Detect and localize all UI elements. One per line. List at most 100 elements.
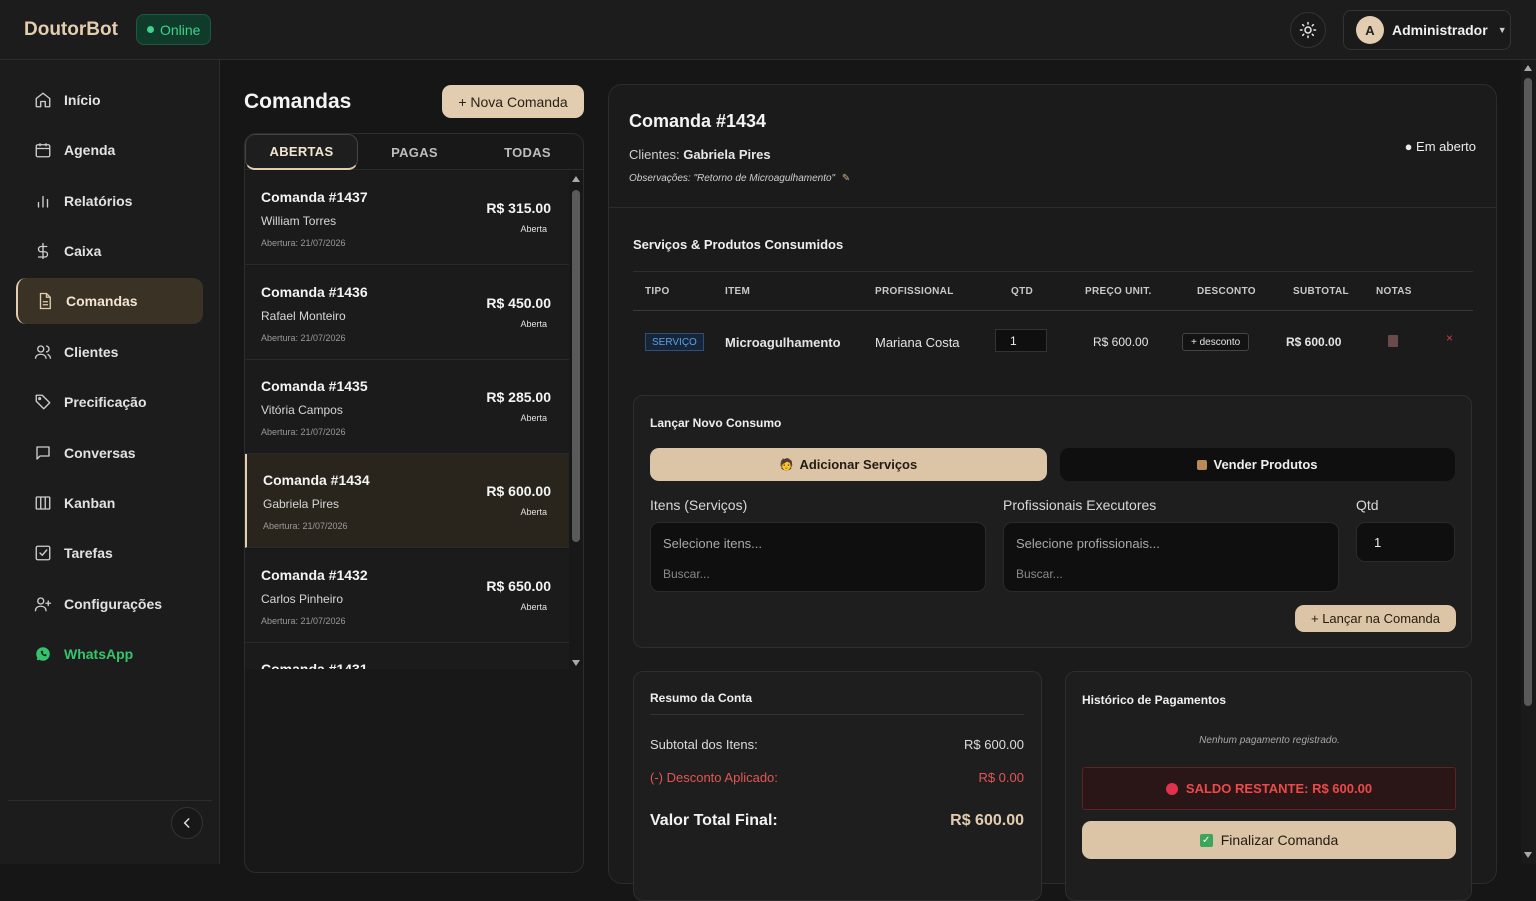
remaining-balance-text: SALDO RESTANTE: R$ 600.00 — [1185, 781, 1373, 796]
remove-item-icon[interactable]: × — [1446, 331, 1453, 345]
sidebar-item-label: Precificação — [64, 394, 147, 410]
items-section-title: Serviços & Produtos Consumidos — [633, 237, 844, 252]
comanda-title: Comanda #1434 — [629, 111, 767, 131]
chat-icon — [36, 446, 50, 460]
payment-history-card: Histórico de Pagamentos Nenhum pagamento… — [1065, 671, 1472, 901]
card-date: Abertura: 21/07/2026 — [261, 427, 346, 437]
professionals-search-input[interactable]: Buscar... — [1016, 567, 1063, 581]
finalize-comanda-button[interactable]: ✓ Finalizar Comanda — [1082, 821, 1456, 859]
sidebar-item-comandas[interactable]: Comandas — [16, 278, 203, 324]
list-item[interactable]: Comanda #1435 Vitória Campos Abertura: 2… — [245, 360, 569, 454]
finalize-label: Finalizar Comanda — [1220, 832, 1339, 848]
sidebar: Início Agenda Relatórios Caixa Comandas … — [0, 60, 220, 864]
qty-input[interactable]: 1 — [1356, 522, 1455, 562]
page-scrollbar[interactable] — [1521, 60, 1536, 864]
sidebar-item-label: Agenda — [64, 142, 116, 158]
list-scrollbar[interactable] — [571, 174, 581, 668]
tag-icon — [35, 394, 51, 410]
sidebar-item-relatorios[interactable]: Relatórios — [16, 178, 203, 224]
card-client: Carlos Pinheiro — [261, 592, 344, 606]
sidebar-item-label: Conversas — [64, 445, 136, 461]
sidebar-item-agenda[interactable]: Agenda — [16, 127, 203, 173]
sidebar-item-inicio[interactable]: Início — [16, 77, 203, 123]
page-scroll-thumb[interactable] — [1524, 78, 1532, 706]
professionals-multiselect[interactable]: Selecione profissionais... Buscar... — [1003, 522, 1339, 592]
col-header: PREÇO UNIT. — [1085, 286, 1152, 297]
remaining-balance-banner: SALDO RESTANTE: R$ 600.00 — [1082, 767, 1456, 810]
pencil-icon[interactable]: ✎ — [842, 173, 850, 184]
red-circle-icon — [1165, 782, 1178, 795]
sidebar-item-tarefas[interactable]: Tarefas — [16, 530, 203, 576]
items-multiselect[interactable]: Selecione itens... Buscar... — [650, 522, 986, 592]
sidebar-item-kanban[interactable]: Kanban — [16, 480, 203, 526]
launch-button[interactable]: + Lançar na Comanda — [1295, 605, 1456, 632]
list-scroll-thumb[interactable] — [572, 190, 580, 542]
card-date: Abertura: 21/07/2026 — [261, 333, 346, 343]
card-status: Aberta — [520, 319, 547, 329]
subtotal-value: R$ 600.00 — [964, 737, 1024, 752]
kanban-icon — [35, 496, 51, 510]
total-row: Valor Total Final: R$ 600.00 — [650, 812, 1024, 830]
sidebar-item-label: Kanban — [64, 495, 116, 511]
item-name: Microagulhamento — [725, 335, 841, 350]
professionals-label: Profissionais Executores — [1003, 497, 1157, 513]
sun-icon — [1299, 21, 1317, 39]
row-qty-input[interactable]: 1 — [995, 329, 1047, 352]
sidebar-item-precificacao[interactable]: Precificação — [16, 379, 203, 425]
observations-text: Observações: "Retorno de Microagulhament… — [629, 173, 836, 184]
total-value: R$ 600.00 — [950, 812, 1024, 829]
add-discount-button[interactable]: + desconto — [1182, 333, 1250, 351]
sidebar-item-caixa[interactable]: Caixa — [16, 228, 203, 274]
card-client: William Torres — [261, 214, 337, 228]
sidebar-item-configuracoes[interactable]: Configurações — [16, 581, 203, 627]
new-comanda-button[interactable]: + Nova Comanda — [442, 85, 584, 118]
sidebar-item-label: Configurações — [64, 596, 163, 612]
history-title: Histórico de Pagamentos — [1082, 693, 1227, 707]
add-services-button[interactable]: 🧑 Adicionar Serviços — [650, 448, 1047, 481]
tab-todas[interactable]: TODAS — [471, 134, 583, 170]
col-header: TIPO — [645, 286, 670, 297]
discount-row: (-) Desconto Aplicado: R$ 0.00 — [650, 770, 1024, 785]
add-services-label: Adicionar Serviços — [799, 457, 918, 472]
list-item-selected[interactable]: Comanda #1434 Gabriela Pires Abertura: 2… — [245, 454, 569, 548]
sell-products-button[interactable]: Vender Produtos — [1060, 448, 1455, 481]
unit-price: R$ 600.00 — [1093, 335, 1149, 349]
card-value: R$ 450.00 — [486, 295, 551, 311]
subtotal-row: Subtotal dos Itens: R$ 600.00 — [650, 737, 1024, 752]
list-item[interactable]: Comanda #1436 Rafael Monteiro Abertura: … — [245, 266, 569, 360]
status-tabs: ABERTAS PAGAS TODAS — [245, 134, 583, 170]
tab-abertas[interactable]: ABERTAS — [245, 134, 358, 170]
sidebar-item-whatsapp[interactable]: WhatsApp — [16, 631, 203, 677]
brand-logo: DoutorBot — [24, 19, 118, 40]
subtotal-label: Subtotal dos Itens: — [650, 737, 758, 752]
theme-toggle-button[interactable] — [1290, 12, 1326, 48]
sidebar-item-clientes[interactable]: Clientes — [16, 329, 203, 375]
whatsapp-icon — [36, 647, 50, 661]
professionals-placeholder: Selecione profissionais... — [1016, 536, 1160, 551]
card-status: Aberta — [520, 507, 547, 517]
divider — [650, 714, 1024, 715]
card-client: Rafael Monteiro — [261, 309, 346, 323]
items-label: Itens (Serviços) — [650, 497, 748, 513]
collapse-sidebar-button[interactable] — [171, 807, 203, 839]
note-icon[interactable] — [1388, 335, 1398, 347]
list-item[interactable]: Comanda #1437 William Torres Abertura: 2… — [245, 171, 569, 265]
history-empty-message: Nenhum pagamento registrado. — [1199, 735, 1340, 746]
checkbox-icon — [35, 545, 51, 561]
list-item[interactable]: Comanda #1431 — [245, 643, 569, 669]
sidebar-item-conversas[interactable]: Conversas — [16, 430, 203, 476]
tab-pagas[interactable]: PAGAS — [358, 134, 471, 170]
sidebar-item-label: Clientes — [64, 344, 119, 360]
card-status: Aberta — [520, 602, 547, 612]
list-item[interactable]: Comanda #1432 Carlos Pinheiro Abertura: … — [245, 549, 569, 643]
items-search-input[interactable]: Buscar... — [663, 567, 710, 581]
type-badge: SERVIÇO — [645, 333, 704, 351]
sidebar-item-label: WhatsApp — [64, 646, 134, 662]
card-title: Comanda #1432 — [261, 567, 368, 583]
card-status: Aberta — [520, 413, 547, 423]
card-client: Gabriela Pires — [263, 497, 340, 511]
account-summary-card: Resumo da Conta Subtotal dos Itens: R$ 6… — [633, 671, 1042, 901]
comandas-list-panel: ABERTAS PAGAS TODAS Comanda #1437 Willia… — [244, 133, 584, 873]
user-menu-button[interactable]: A Administrador ▼ — [1343, 10, 1511, 50]
card-title: Comanda #1436 — [261, 284, 368, 300]
